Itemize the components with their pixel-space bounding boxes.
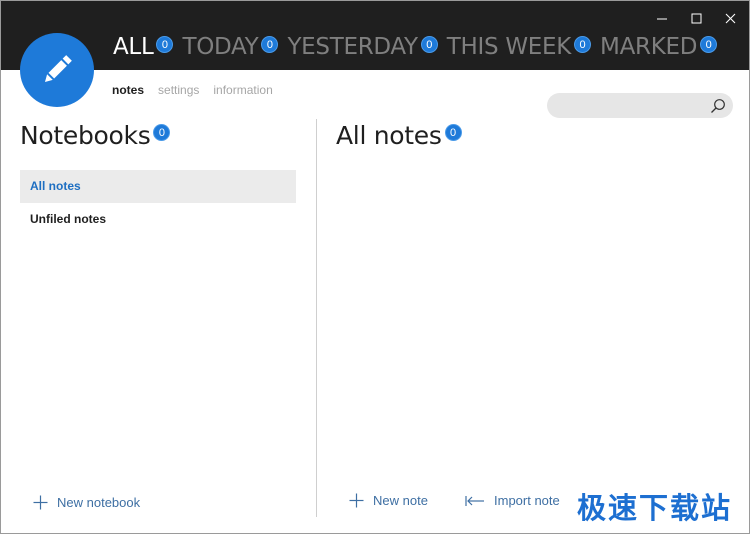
filter-today[interactable]: TODAY 0	[182, 32, 279, 62]
filter-all[interactable]: ALL 0	[113, 32, 174, 62]
search-input[interactable]	[559, 97, 709, 114]
notebooks-pane: Notebooks 0 All notes Unfiled notes New …	[1, 119, 316, 533]
new-note-button[interactable]: New note	[349, 493, 428, 508]
filter-label: TODAY	[182, 34, 259, 60]
new-note-label: New note	[373, 493, 428, 508]
notebook-item-unfiled-notes[interactable]: Unfiled notes	[20, 203, 296, 236]
plus-icon	[349, 493, 364, 508]
filter-label: ALL	[113, 34, 154, 60]
app-logo	[20, 33, 94, 107]
pencil-icon	[44, 55, 72, 83]
filter-this-week[interactable]: THIS WEEK 0	[446, 32, 592, 62]
maximize-icon	[691, 13, 701, 23]
count-badge: 0	[700, 36, 718, 53]
tab-settings[interactable]: settings	[158, 83, 199, 97]
window-controls	[645, 7, 747, 29]
tab-notes[interactable]: notes	[112, 83, 144, 97]
count-badge: 0	[156, 36, 174, 53]
minimize-icon	[656, 18, 667, 19]
notebook-item-all-notes[interactable]: All notes	[20, 170, 296, 203]
plus-icon	[33, 495, 48, 510]
minimize-button[interactable]	[645, 7, 679, 29]
tab-information[interactable]: information	[213, 83, 272, 97]
date-filter-bar: ALL 0 TODAY 0 YESTERDAY 0 THIS WEEK 0 MA…	[113, 32, 726, 66]
count-badge: 0	[261, 36, 279, 53]
count-badge: 0	[153, 124, 171, 141]
count-badge: 0	[420, 36, 438, 53]
notes-title: All notes	[336, 121, 442, 150]
filter-label: MARKED	[600, 34, 698, 60]
notes-pane: All notes 0 New note Import note	[317, 119, 749, 533]
close-icon	[725, 13, 735, 23]
count-badge: 0	[444, 124, 462, 141]
notes-header: All notes 0	[336, 120, 462, 152]
search-icon[interactable]	[710, 98, 726, 114]
search-box	[547, 93, 733, 118]
import-note-label: Import note	[494, 493, 560, 508]
notebooks-header: Notebooks 0	[20, 120, 171, 152]
title-bar: ALL 0 TODAY 0 YESTERDAY 0 THIS WEEK 0 MA…	[1, 1, 749, 70]
view-tabs: notes settings information	[112, 83, 273, 97]
filter-label: YESTERDAY	[287, 34, 418, 60]
app-window: ALL 0 TODAY 0 YESTERDAY 0 THIS WEEK 0 MA…	[0, 0, 750, 534]
filter-marked[interactable]: MARKED 0	[600, 32, 718, 62]
import-note-button[interactable]: Import note	[465, 493, 560, 508]
filter-yesterday[interactable]: YESTERDAY 0	[287, 32, 438, 62]
new-notebook-label: New notebook	[57, 495, 141, 510]
new-notebook-button[interactable]: New notebook	[33, 495, 140, 510]
count-badge: 0	[574, 36, 592, 53]
watermark-text: 极速下载站	[577, 491, 733, 525]
notebooks-title: Notebooks	[20, 121, 151, 150]
notebook-list: All notes Unfiled notes	[20, 170, 296, 236]
import-arrow-icon	[465, 495, 485, 507]
maximize-button[interactable]	[679, 7, 713, 29]
filter-label: THIS WEEK	[446, 34, 572, 60]
close-button[interactable]	[713, 7, 747, 29]
